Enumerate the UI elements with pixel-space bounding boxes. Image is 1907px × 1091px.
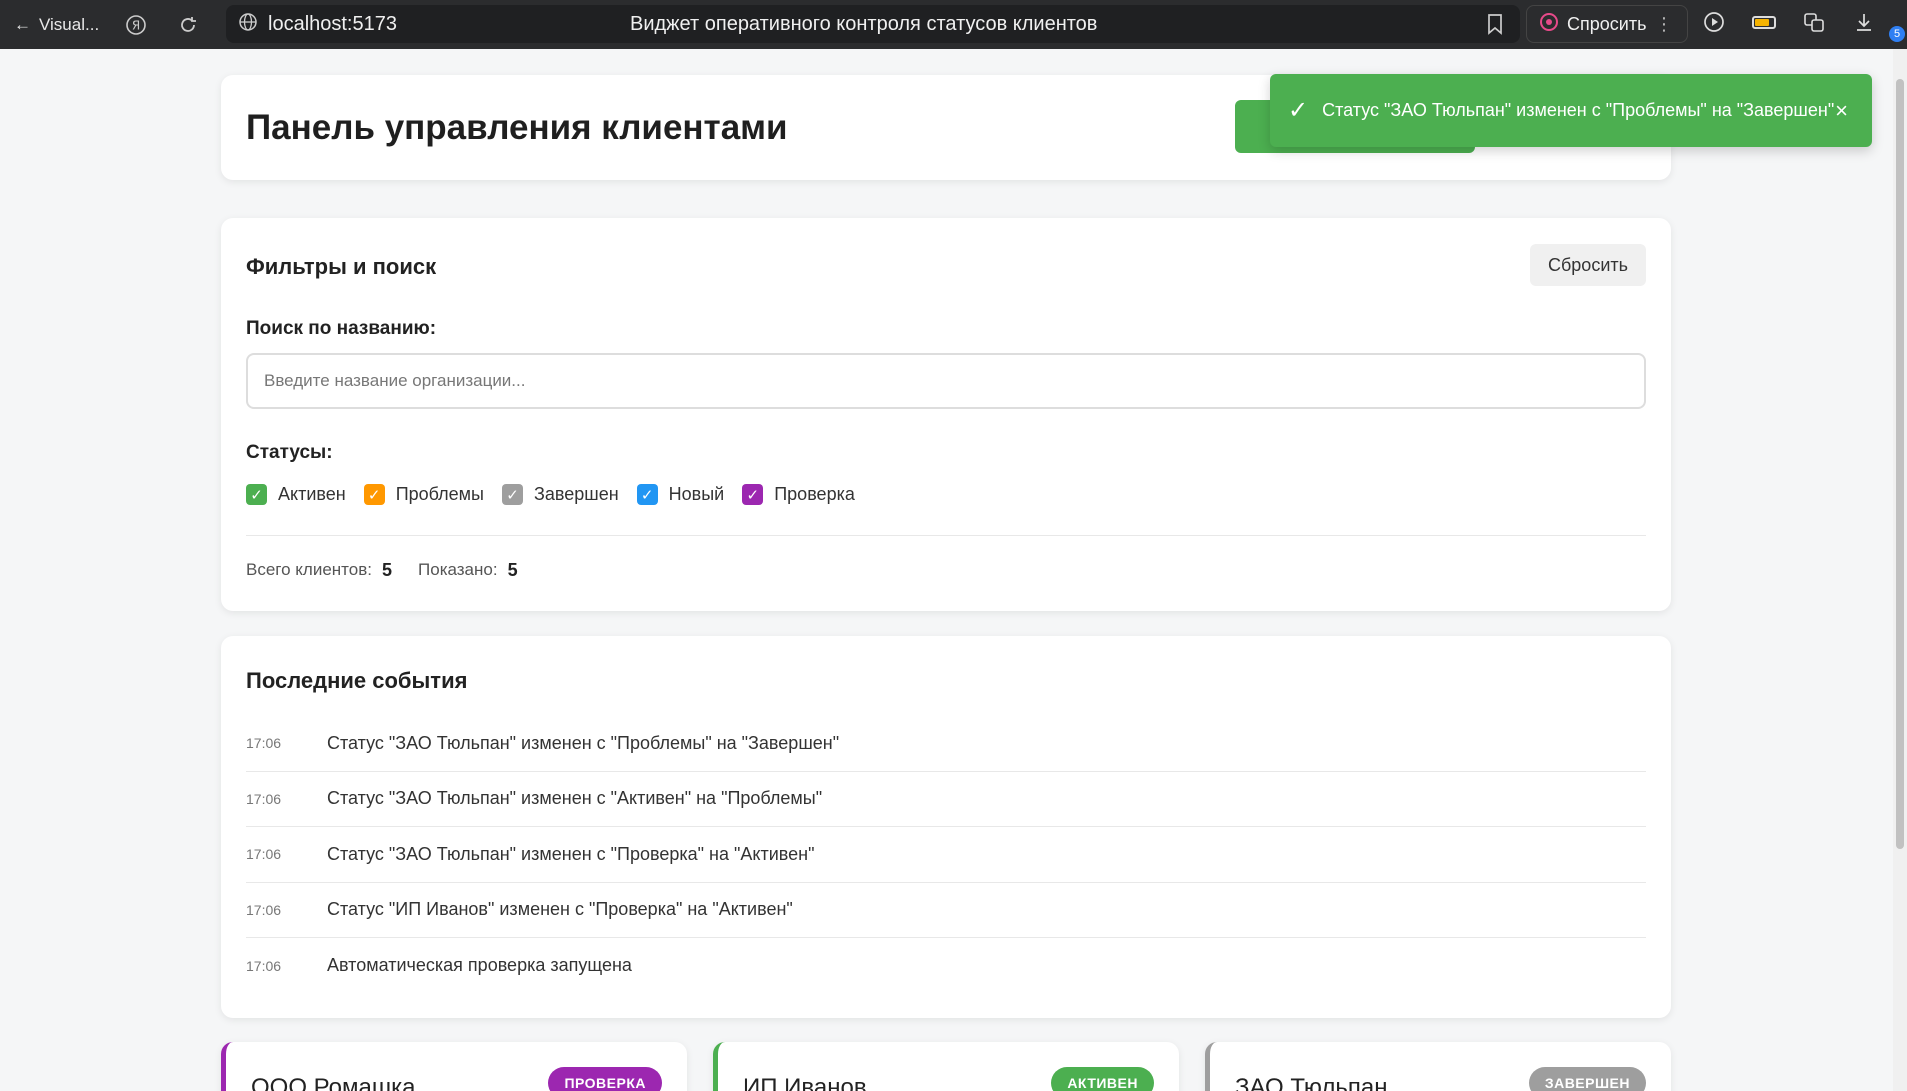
event-item: 17:06 Статус "ЗАО Тюльпан" изменен с "Ак…	[246, 772, 1646, 827]
event-message: Статус "ЗАО Тюльпан" изменен с "Проблемы…	[327, 732, 840, 753]
event-message: Статус "ИП Иванов" изменен с "Проверка" …	[327, 899, 793, 920]
search-label: Поиск по названию:	[246, 318, 437, 339]
status-checkbox-completed[interactable]: ✓ Завершен	[502, 484, 619, 505]
status-checkbox-new[interactable]: ✓ Новый	[636, 484, 725, 505]
browser-toolbar: ← Visual... Я localhost:5173 Виджет опер…	[0, 0, 1907, 49]
checkmark-icon[interactable]: ✓	[363, 484, 385, 505]
status-label-new: Новый	[668, 484, 725, 504]
checkmark-icon[interactable]: ✓	[636, 484, 658, 505]
client-card[interactable]: ЗАО Тюльпан ЗАВЕРШЕН	[1205, 1042, 1671, 1091]
battery-icon[interactable]	[1750, 8, 1778, 36]
event-item: 17:06 Статус "ЗАО Тюльпан" изменен с "Пр…	[246, 827, 1646, 883]
event-time: 17:06	[246, 846, 282, 863]
bookmark-icon[interactable]	[1486, 13, 1504, 40]
address-bar[interactable]: localhost:5173 Виджет оперативного контр…	[226, 5, 1520, 43]
event-message: Статус "ЗАО Тюльпан" изменен с "Активен"…	[327, 788, 823, 809]
status-label-completed: Завершен	[534, 484, 619, 504]
checkmark-icon[interactable]: ✓	[502, 484, 523, 505]
client-name: ООО Ромашка	[251, 1074, 416, 1091]
yandex-icon[interactable]: Я	[122, 11, 150, 39]
total-value: 5	[382, 560, 393, 580]
close-icon[interactable]: ×	[1835, 98, 1848, 124]
event-message: Автоматическая проверка запущена	[327, 955, 632, 976]
event-time: 17:06	[246, 790, 282, 807]
search-input[interactable]	[246, 353, 1646, 409]
check-icon: ✓	[1288, 97, 1309, 124]
status-badge: ПРОВЕРКА	[548, 1067, 662, 1091]
divider	[246, 535, 1646, 536]
statuses-label: Статусы:	[246, 442, 333, 463]
toast-message: Статус "ЗАО Тюльпан" изменен с "Проблемы…	[1322, 100, 1835, 120]
more-icon[interactable]: ⋮	[1655, 14, 1673, 35]
translate-icon[interactable]	[1800, 8, 1828, 36]
page-title: Панель управления клиентами	[246, 108, 788, 147]
status-checkbox-active[interactable]: ✓ Активен	[246, 484, 346, 505]
reset-button[interactable]: Сбросить	[1530, 244, 1646, 286]
status-checkbox-review[interactable]: ✓ Проверка	[742, 484, 855, 505]
client-counts: Всего клиентов: 5 Показано: 5	[246, 560, 544, 581]
filters-panel: Фильтры и поиск Сбросить Поиск по назван…	[221, 218, 1671, 611]
arrow-left-icon: ←	[14, 14, 31, 34]
back-button[interactable]: ← Visual...	[0, 15, 118, 35]
status-checkbox-problems[interactable]: ✓ Проблемы	[363, 484, 484, 505]
shown-value: 5	[507, 560, 518, 580]
downloads-badge: 5	[1889, 26, 1905, 42]
events-panel: Последние события 17:06 Статус "ЗАО Тюль…	[221, 636, 1671, 1018]
client-name: ИП Иванов	[743, 1074, 867, 1091]
url-text: localhost:5173	[268, 12, 397, 35]
back-label: Visual...	[39, 14, 100, 34]
event-item: 17:06 Статус "ЗАО Тюльпан" изменен с "Пр…	[246, 716, 1646, 772]
checkmark-icon[interactable]: ✓	[742, 484, 764, 505]
status-label-active: Активен	[278, 484, 346, 504]
event-item: 17:06 Статус "ИП Иванов" изменен с "Пров…	[246, 883, 1646, 938]
media-icon[interactable]	[1700, 8, 1728, 36]
checkmark-icon[interactable]: ✓	[246, 484, 267, 505]
success-toast: ✓ Статус "ЗАО Тюльпан" изменен с "Пробле…	[1270, 74, 1872, 147]
event-message: Статус "ЗАО Тюльпан" изменен с "Проверка…	[327, 843, 815, 864]
shown-label: Показано:	[418, 560, 498, 579]
status-checkboxes: ✓ Активен ✓ Проблемы ✓ Завершен ✓ Новый …	[246, 484, 873, 505]
status-badge: ЗАВЕРШЕН	[1528, 1067, 1646, 1091]
globe-icon	[238, 12, 258, 37]
event-item: 17:06 Автоматическая проверка запущена	[246, 938, 1646, 994]
page-scrollbar[interactable]	[1893, 49, 1907, 1091]
client-card[interactable]: ИП Иванов АКТИВЕН	[713, 1042, 1179, 1091]
event-time: 17:06	[246, 957, 282, 974]
svg-text:Я: Я	[132, 18, 140, 32]
scrollbar-thumb[interactable]	[1896, 79, 1904, 849]
client-name: ЗАО Тюльпан	[1235, 1074, 1388, 1091]
ask-label: Спросить	[1567, 13, 1647, 34]
event-time: 17:06	[246, 901, 282, 918]
events-list: 17:06 Статус "ЗАО Тюльпан" изменен с "Пр…	[246, 716, 1646, 994]
page-title-text: Виджет оперативного контроля статусов кл…	[630, 12, 1098, 35]
status-label-review: Проверка	[774, 484, 855, 504]
status-badge: АКТИВЕН	[1051, 1067, 1154, 1091]
ask-button[interactable]: Спросить ⋮	[1526, 5, 1688, 43]
download-icon[interactable]	[1850, 8, 1878, 36]
reload-icon[interactable]	[174, 11, 202, 39]
ask-icon	[1539, 12, 1559, 37]
events-title: Последние события	[246, 668, 468, 693]
total-label: Всего клиентов:	[246, 560, 372, 579]
filters-title: Фильтры и поиск	[246, 254, 437, 279]
client-card[interactable]: ООО Ромашка ПРОВЕРКА	[221, 1042, 687, 1091]
event-time: 17:06	[246, 735, 282, 752]
status-label-problems: Проблемы	[395, 484, 484, 504]
